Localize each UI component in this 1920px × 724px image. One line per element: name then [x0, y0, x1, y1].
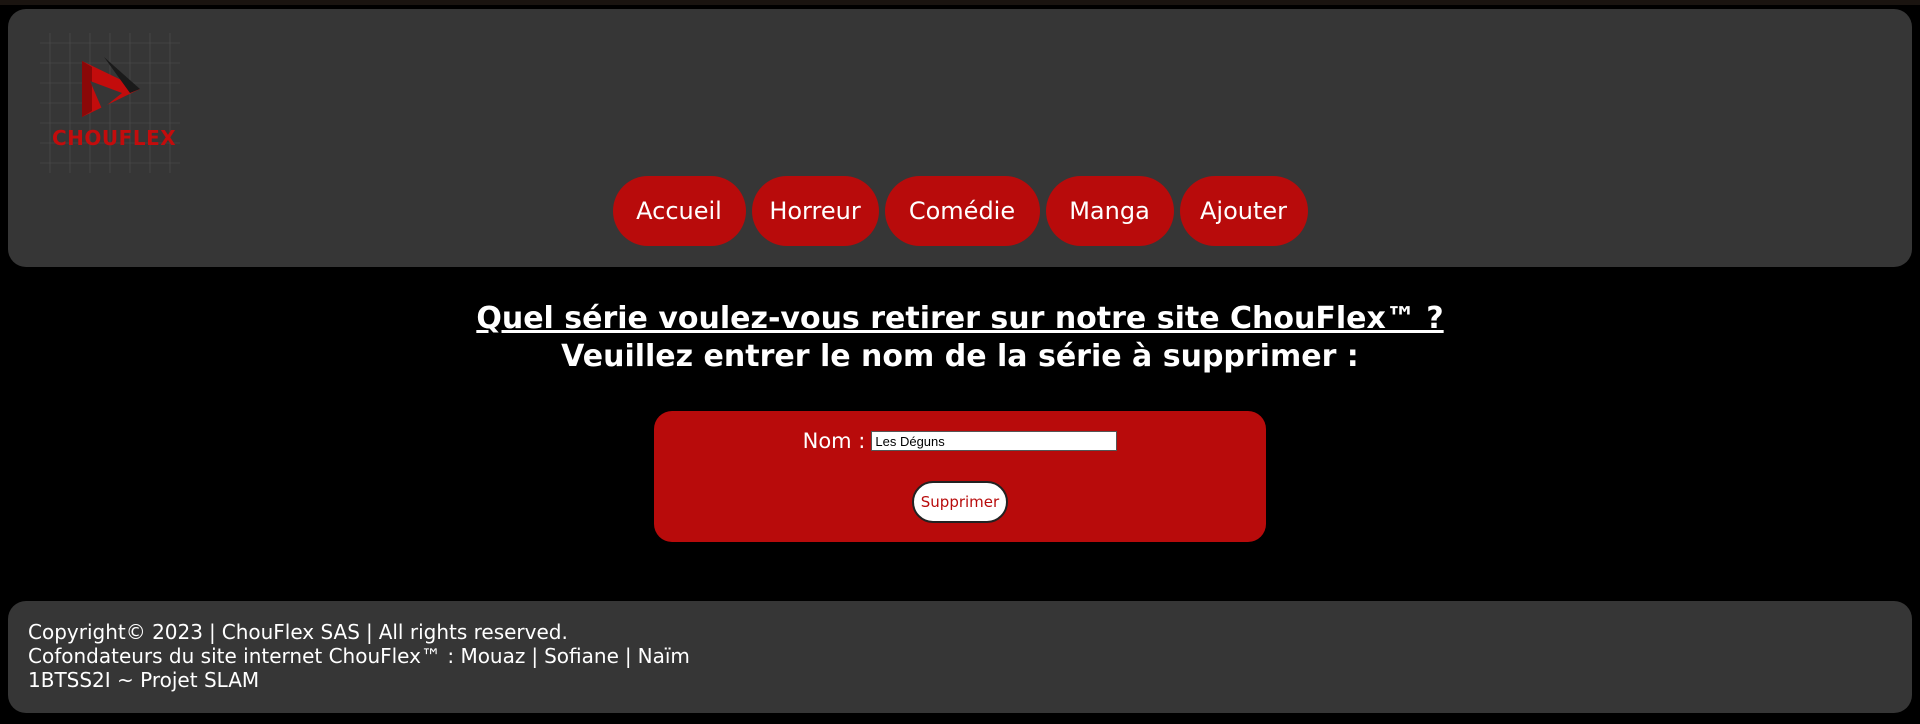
founders-prefix: Cofondateurs du site internet ChouFlex™ … — [28, 644, 455, 668]
founder-name: Sofiane — [544, 644, 619, 668]
separator: | — [208, 620, 216, 644]
name-label: Nom : — [802, 429, 866, 453]
logo-text: CHOUFLEX — [52, 126, 177, 150]
delete-series-form: Nom : Supprimer — [654, 411, 1266, 542]
page-subtitle: Veuillez entrer le nom de la série à sup… — [561, 339, 1359, 374]
founder-name: Naïm — [637, 644, 690, 668]
nav-manga-button[interactable]: Manga — [1045, 176, 1174, 246]
chouflex-logo[interactable]: CHOUFLEX — [30, 33, 186, 181]
site-footer: Copyright© 2023 | ChouFlex SAS | All rights … — [8, 601, 1912, 713]
company-text: ChouFlex SAS — [221, 620, 360, 644]
footer-copyright-line: Copyright© 2023 | ChouFlex SAS | All rights … — [28, 620, 690, 644]
delete-button[interactable]: Supprimer — [912, 481, 1008, 523]
nav-comedie-button[interactable]: Comédie — [884, 176, 1040, 246]
footer-project-line: 1BTSS2I ~ Projet SLAM — [28, 668, 260, 692]
footer-founders-line: Cofondateurs du site internet ChouFlex™ … — [28, 644, 690, 668]
copyright-text: Copyright© 2023 — [28, 620, 203, 644]
separator: | — [624, 644, 632, 668]
nav-ajouter-button[interactable]: Ajouter — [1179, 176, 1308, 246]
page-title: Quel série voulez-vous retirer sur notre… — [476, 301, 1444, 336]
separator: | — [365, 620, 373, 644]
nav-horreur-button[interactable]: Horreur — [751, 176, 879, 246]
name-row: Nom : — [654, 429, 1266, 453]
rights-text: All rights reserved. — [378, 620, 568, 644]
footer-text: Copyright© 2023 | ChouFlex SAS | All rights … — [28, 620, 690, 692]
nav-accueil-button[interactable]: Accueil — [612, 176, 746, 246]
top-border — [0, 0, 1920, 5]
play-logo-icon — [40, 33, 180, 173]
founder-name: Mouaz — [460, 644, 526, 668]
main-content: Quel série voulez-vous retirer sur notre… — [0, 300, 1920, 542]
name-input[interactable] — [871, 431, 1118, 451]
main-nav: Accueil Horreur Comédie Manga Ajouter — [8, 176, 1912, 246]
site-header: CHOUFLEX Accueil Horreur Comédie Manga A… — [8, 9, 1912, 267]
separator: | — [531, 644, 539, 668]
